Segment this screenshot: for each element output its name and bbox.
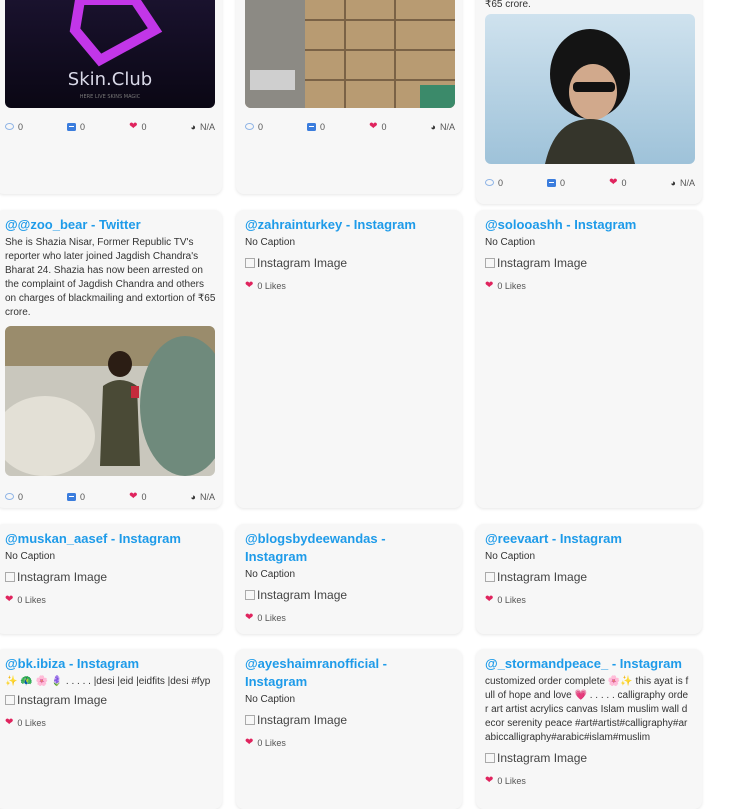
broken-image-icon xyxy=(245,258,255,268)
broken-image-icon xyxy=(5,695,15,705)
post-card: Skin.Club HERE LIVE SKINS MAGIC 0 0 ❤ 0 ◕… xyxy=(0,0,222,194)
post-likes: ❤ 0 Likes xyxy=(245,737,286,748)
comment-icon xyxy=(245,123,254,130)
views-icon: ◕ xyxy=(190,121,196,132)
heart-icon: ❤ xyxy=(485,594,494,605)
svg-text:HERE LIVE SKINS MAGIC: HERE LIVE SKINS MAGIC xyxy=(80,94,141,100)
post-card: 0 0 ❤ 0 ◕ N/A xyxy=(236,0,462,194)
post-caption: No Caption xyxy=(5,551,56,562)
heart-icon: ❤ xyxy=(609,177,618,188)
post-card: @blogsbydeewandas - Instagram No Caption… xyxy=(236,524,462,634)
post-author-link[interactable]: @_stormandpeace_ - Instagram xyxy=(485,655,697,673)
comment-icon xyxy=(5,493,14,500)
broken-image-icon xyxy=(485,258,495,268)
post-image[interactable] xyxy=(245,0,455,108)
heart-icon: ❤ xyxy=(485,280,494,291)
post-caption: No Caption xyxy=(245,569,296,580)
post-likes: ❤ 0 Likes xyxy=(485,775,526,786)
post-image-broken[interactable]: Instagram Image xyxy=(485,570,697,584)
views-icon: ◕ xyxy=(190,491,196,502)
retweet-icon xyxy=(67,122,77,131)
comment-icon xyxy=(485,179,494,186)
heart-icon: ❤ xyxy=(129,121,138,132)
post-likes: ❤ 0 Likes xyxy=(5,717,46,728)
post-stats: 0 0 ❤ 0 ◕ N/A xyxy=(245,121,455,132)
post-card: @solooashh - Instagram No Caption Instag… xyxy=(476,210,702,508)
post-card: @ayeshaimranofficial - Instagram No Capt… xyxy=(236,649,462,809)
post-image-broken[interactable]: Instagram Image xyxy=(245,588,457,602)
post-author-link[interactable]: @zahrainturkey - Instagram xyxy=(245,216,457,234)
post-card: @muskan_aasef - Instagram No Caption Ins… xyxy=(0,524,222,634)
post-card: @zahrainturkey - Instagram No Caption In… xyxy=(236,210,462,508)
post-stats: 0 0 ❤ 0 ◕ N/A xyxy=(485,177,695,188)
post-caption: No Caption xyxy=(245,694,296,705)
post-card: @reevaart - Instagram No Caption Instagr… xyxy=(476,524,702,634)
post-caption: ✨ 🦚 🌸 🪻 . . . . . |desi |eid |eidfits |d… xyxy=(5,676,211,687)
post-image[interactable] xyxy=(485,14,695,164)
post-author-link[interactable]: @solooashh - Instagram xyxy=(485,216,697,234)
heart-icon: ❤ xyxy=(485,775,494,786)
post-likes: ❤ 0 Likes xyxy=(245,280,286,291)
post-likes: ❤ 0 Likes xyxy=(485,280,526,291)
post-author-link[interactable]: @reevaart - Instagram xyxy=(485,530,697,548)
post-image[interactable] xyxy=(5,326,215,476)
heart-icon: ❤ xyxy=(245,280,254,291)
post-image-broken[interactable]: Instagram Image xyxy=(245,256,457,270)
post-card: @bk.ibiza - Instagram ✨ 🦚 🌸 🪻 . . . . . … xyxy=(0,649,222,809)
svg-text:Skin.Club: Skin.Club xyxy=(68,69,152,90)
post-caption: ₹65 crore. xyxy=(485,0,531,10)
post-author-link[interactable]: @muskan_aasef - Instagram xyxy=(5,530,217,548)
post-card: @@zoo_bear - Twitter She is Shazia Nisar… xyxy=(0,210,222,508)
heart-icon: ❤ xyxy=(369,121,378,132)
post-image-broken[interactable]: Instagram Image xyxy=(5,693,217,707)
heart-icon: ❤ xyxy=(245,737,254,748)
heart-icon: ❤ xyxy=(5,717,14,728)
post-author-link[interactable]: @ayeshaimranofficial - Instagram xyxy=(245,655,435,691)
post-stats: 0 0 ❤ 0 ◕ N/A xyxy=(5,491,215,502)
post-caption: No Caption xyxy=(485,237,536,248)
broken-image-icon xyxy=(245,715,255,725)
post-stats: 0 0 ❤ 0 ◕ N/A xyxy=(5,121,215,132)
post-image-broken[interactable]: Instagram Image xyxy=(485,751,697,765)
comment-icon xyxy=(5,123,14,130)
post-author-link[interactable]: @@zoo_bear - Twitter xyxy=(5,216,217,234)
retweet-icon xyxy=(307,122,317,131)
broken-image-icon xyxy=(485,753,495,763)
views-icon: ◕ xyxy=(430,121,436,132)
post-likes: ❤ 0 Likes xyxy=(245,612,286,623)
views-icon: ◕ xyxy=(670,177,676,188)
broken-image-icon xyxy=(485,572,495,582)
post-likes: ❤ 0 Likes xyxy=(485,594,526,605)
post-image[interactable]: Skin.Club HERE LIVE SKINS MAGIC xyxy=(5,0,215,108)
post-card: @_stormandpeace_ - Instagram customized … xyxy=(476,649,702,809)
post-image-broken[interactable]: Instagram Image xyxy=(5,570,217,584)
retweet-icon xyxy=(547,178,557,187)
post-caption: No Caption xyxy=(485,551,536,562)
heart-icon: ❤ xyxy=(5,594,14,605)
retweet-icon xyxy=(67,492,77,501)
post-caption: No Caption xyxy=(245,237,296,248)
broken-image-icon xyxy=(5,572,15,582)
post-image-broken[interactable]: Instagram Image xyxy=(245,713,457,727)
post-author-link[interactable]: @blogsbydeewandas - Instagram xyxy=(245,530,435,566)
post-caption: customized order complete 🌸✨ this ayat i… xyxy=(485,676,689,743)
post-caption: She is Shazia Nisar, Former Republic TV'… xyxy=(5,237,216,318)
heart-icon: ❤ xyxy=(129,491,138,502)
broken-image-icon xyxy=(245,590,255,600)
post-image-broken[interactable]: Instagram Image xyxy=(485,256,697,270)
heart-icon: ❤ xyxy=(245,612,254,623)
post-card: ₹65 crore. 0 0 ❤ 0 ◕ N/A xyxy=(476,0,702,204)
post-author-link[interactable]: @bk.ibiza - Instagram xyxy=(5,655,217,673)
post-likes: ❤ 0 Likes xyxy=(5,594,46,605)
